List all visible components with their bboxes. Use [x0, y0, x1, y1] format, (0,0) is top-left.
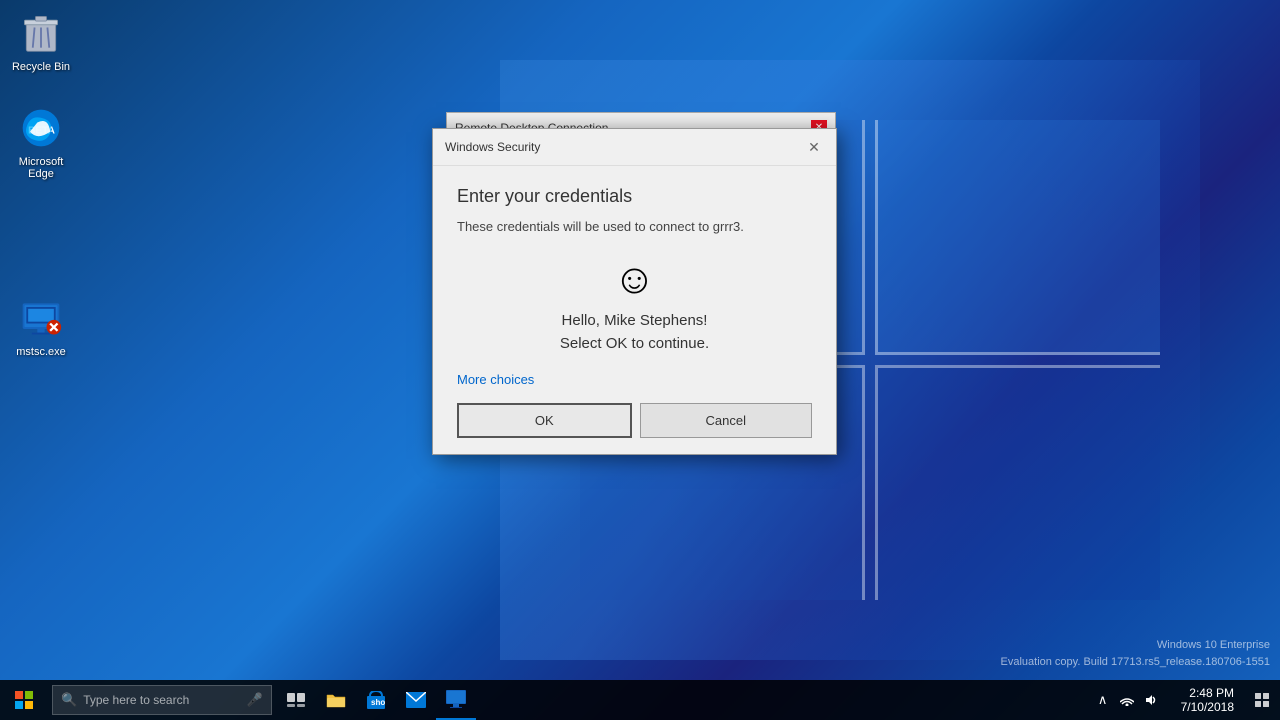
dialog-hello: Hello, Mike Stephens! Select OK to conti…: [457, 310, 812, 355]
search-placeholder: Type here to search: [83, 693, 247, 707]
system-clock[interactable]: 2:48 PM 7/10/2018: [1171, 680, 1244, 720]
watermark-line2: Evaluation copy. Build 17713.rs5_release…: [1001, 654, 1271, 671]
action-center-button[interactable]: [1244, 680, 1280, 720]
desktop-icon-recycle-bin[interactable]: Recycle Bin: [1, 5, 81, 77]
dialog-heading: Enter your credentials: [457, 186, 812, 207]
taskbar-store[interactable]: shop: [356, 680, 396, 720]
task-view-button[interactable]: [276, 680, 316, 720]
search-bar[interactable]: 🔍 Type here to search 🎤: [52, 685, 272, 715]
taskbar-mail[interactable]: [396, 680, 436, 720]
cancel-button[interactable]: Cancel: [640, 403, 813, 438]
dialog-center-content: ☺ Hello, Mike Stephens! Select OK to con…: [457, 258, 812, 355]
taskbar-right: ∧ 2:48 PM 7/10/2018: [1083, 680, 1280, 720]
recycle-bin-label: Recycle Bin: [12, 61, 70, 73]
dialog-body: Enter your credentials These credentials…: [433, 166, 836, 454]
dialog-titlebar: Windows Security ✕: [433, 129, 836, 166]
microphone-icon: 🎤: [247, 692, 263, 708]
svg-text:shop: shop: [371, 698, 385, 707]
tray-volume[interactable]: [1139, 680, 1163, 720]
smiley-icon: ☺: [457, 258, 812, 300]
search-icon: 🔍: [61, 692, 77, 708]
system-tray: ∧: [1083, 680, 1171, 720]
desktop-icon-mstsc[interactable]: mstsc.exe: [1, 290, 81, 362]
ok-button[interactable]: OK: [457, 403, 632, 438]
edge-label: Microsoft Edge: [5, 156, 77, 180]
os-watermark: Windows 10 Enterprise Evaluation copy. B…: [1001, 637, 1271, 670]
desktop: Recycle Bin BETA Microsoft Edge: [0, 0, 1280, 720]
taskbar: 🔍 Type here to search 🎤 shop: [0, 680, 1280, 720]
edge-icon: BETA: [17, 104, 65, 152]
tray-expand[interactable]: ∧: [1091, 680, 1115, 720]
dialog-title: Windows Security: [445, 140, 540, 154]
watermark-line1: Windows 10 Enterprise: [1001, 637, 1271, 654]
mstsc-label: mstsc.exe: [16, 346, 66, 358]
hello-line2: Select OK to continue.: [560, 335, 709, 352]
clock-date: 7/10/2018: [1181, 700, 1234, 714]
tray-network[interactable]: [1115, 680, 1139, 720]
security-dialog: Windows Security ✕ Enter your credential…: [432, 128, 837, 455]
taskbar-file-explorer[interactable]: [316, 680, 356, 720]
dialog-close-button[interactable]: ✕: [804, 137, 824, 157]
recycle-bin-icon: [17, 9, 65, 57]
taskbar-rdp-app[interactable]: [436, 680, 476, 720]
desktop-icon-edge[interactable]: BETA Microsoft Edge: [1, 100, 81, 184]
dialog-subtext: These credentials will be used to connec…: [457, 219, 812, 234]
dialog-buttons: OK Cancel: [457, 403, 812, 438]
more-choices-link[interactable]: More choices: [457, 372, 534, 387]
hello-line1: Hello, Mike Stephens!: [562, 312, 708, 329]
start-button[interactable]: [0, 680, 48, 720]
mstsc-icon: [17, 294, 65, 342]
clock-time: 2:48 PM: [1189, 686, 1234, 700]
